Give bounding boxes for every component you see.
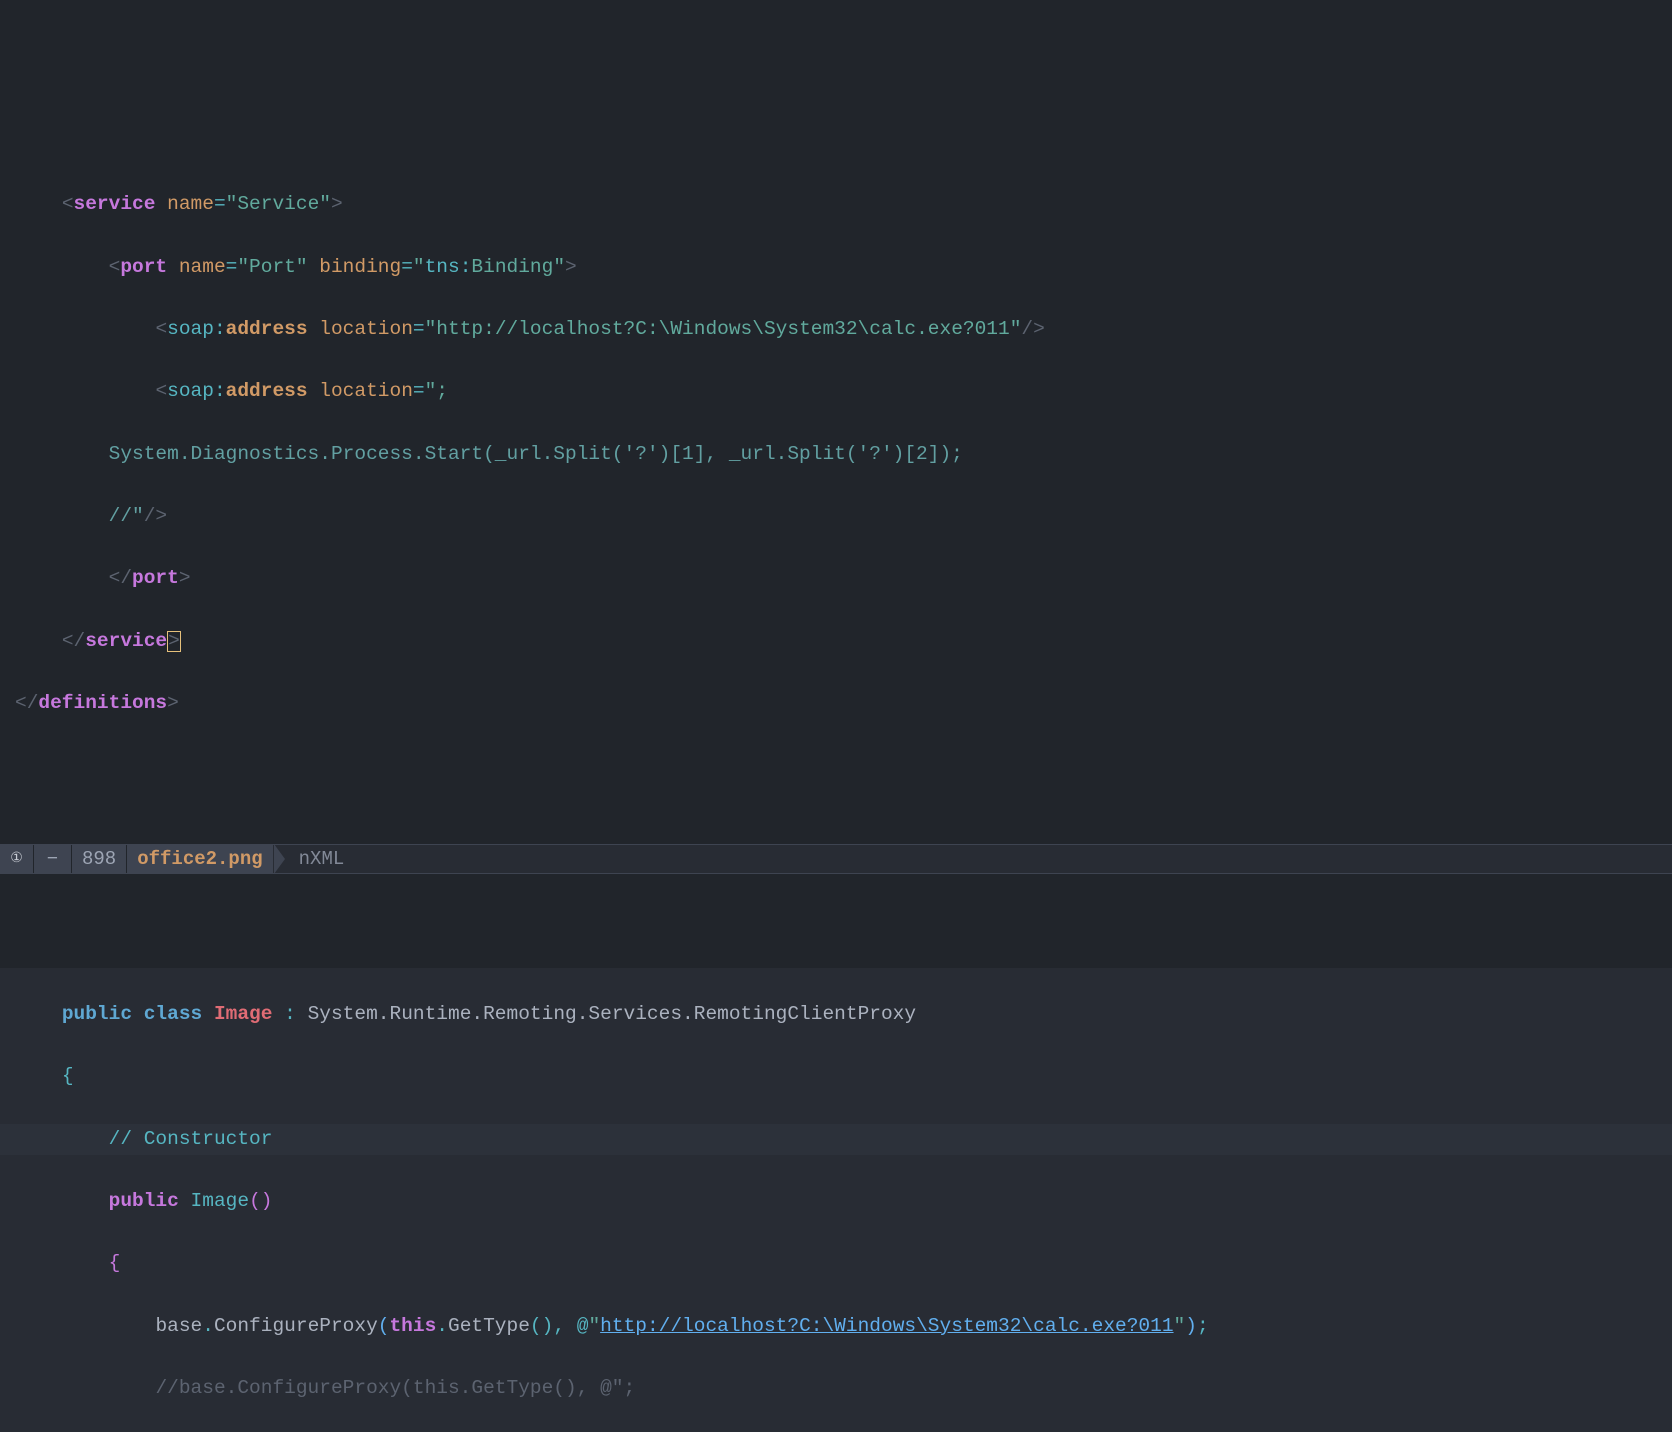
code-line[interactable]: // Constructor bbox=[0, 1124, 1672, 1155]
major-mode[interactable]: nXML bbox=[285, 845, 355, 873]
window-number-icon: ① bbox=[0, 845, 34, 873]
xml-editor-pane[interactable]: <service name="Service"> <port name="Por… bbox=[0, 156, 1672, 751]
modified-indicator: − bbox=[34, 845, 72, 873]
code-line[interactable]: System.Diagnostics.Process.Start(_url.Sp… bbox=[0, 439, 1672, 470]
code-line[interactable]: //base.ConfigureProxy(this.GetType(), @"… bbox=[0, 1373, 1672, 1404]
modeline[interactable]: ① − 898 office2.png nXML bbox=[0, 844, 1672, 874]
code-line[interactable]: { bbox=[0, 1061, 1672, 1092]
code-line[interactable]: </port> bbox=[0, 563, 1672, 594]
separator-icon bbox=[274, 844, 285, 874]
code-line[interactable]: base.ConfigureProxy(this.GetType(), @"ht… bbox=[0, 1311, 1672, 1342]
code-line[interactable]: <service name="Service"> bbox=[0, 189, 1672, 220]
buffer-name[interactable]: office2.png bbox=[127, 845, 273, 873]
code-line[interactable]: </definitions> bbox=[0, 688, 1672, 719]
code-line[interactable]: <port name="Port" binding="tns:Binding"> bbox=[0, 252, 1672, 283]
csharp-editor-pane[interactable]: public class Image : System.Runtime.Remo… bbox=[0, 968, 1672, 1432]
code-line[interactable]: </service> bbox=[0, 626, 1672, 657]
cursor: > bbox=[167, 631, 181, 653]
code-line[interactable]: public Image() bbox=[0, 1186, 1672, 1217]
code-line[interactable]: //"/> bbox=[0, 501, 1672, 532]
code-line[interactable]: <soap:address location="; bbox=[0, 376, 1672, 407]
cursor-position: 898 bbox=[72, 845, 127, 873]
code-line[interactable]: public class Image : System.Runtime.Remo… bbox=[0, 999, 1672, 1030]
code-line[interactable]: <soap:address location="http://localhost… bbox=[0, 314, 1672, 345]
code-line[interactable]: { bbox=[0, 1248, 1672, 1279]
